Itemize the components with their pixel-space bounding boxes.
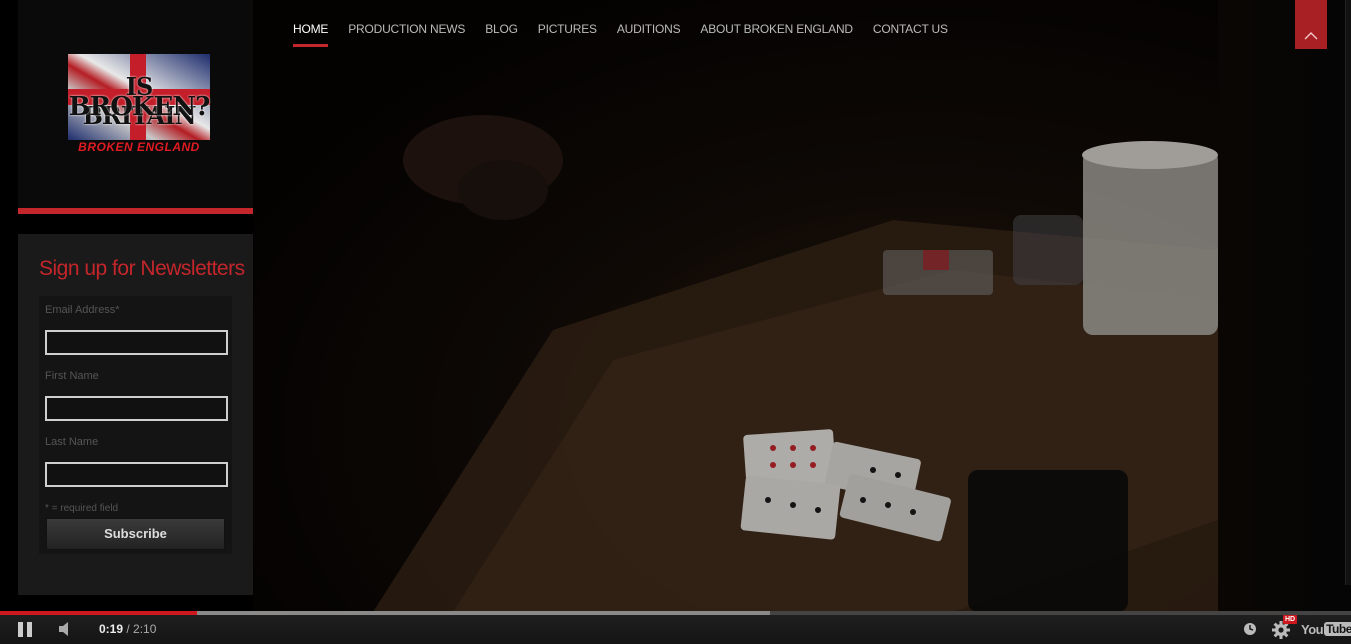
nav-item-label: PICTURES [537, 22, 597, 36]
youtube-logo[interactable]: You Tube [1301, 620, 1351, 638]
newsletter-title: Sign up for Newsletters [39, 257, 245, 280]
newsletter-widget: Sign up for Newsletters Email Address* F… [18, 234, 253, 595]
last-name-field[interactable] [45, 462, 228, 487]
video-right-margin [1218, 0, 1351, 612]
last-name-label: Last Name [45, 436, 99, 448]
logo-panel: IS BRITAIN BROKEN? BROKEN ENGLAND [18, 0, 253, 208]
site-logo[interactable]: IS BRITAIN BROKEN? BROKEN ENGLAND [66, 54, 212, 156]
first-name-label: First Name [45, 370, 99, 382]
accent-divider [18, 208, 253, 214]
nav-item-pictures[interactable]: PICTURES [528, 0, 607, 56]
pause-icon[interactable] [18, 622, 34, 637]
nav-item-label: CONTACT US [872, 22, 948, 36]
current-time: 0:19 [99, 622, 124, 636]
page: IS BRITAIN BROKEN? BROKEN ENGLAND Sign u… [0, 0, 1351, 644]
left-sidebar: IS BRITAIN BROKEN? BROKEN ENGLAND Sign u… [18, 0, 253, 612]
time-separator: / [123, 622, 134, 636]
nav-item-about[interactable]: ABOUT BROKEN ENGLAND [690, 0, 862, 56]
nav-item-label: PRODUCTION NEWS [348, 22, 466, 36]
nav-item-label: BLOG [485, 22, 518, 36]
chevron-up-icon [1304, 32, 1318, 40]
watch-later-icon[interactable] [1243, 622, 1257, 636]
nav-item-production-news[interactable]: PRODUCTION NEWS [338, 0, 475, 56]
background-video[interactable] [253, 0, 1218, 612]
first-name-field[interactable] [45, 396, 228, 421]
scroll-top-button[interactable] [1295, 0, 1327, 49]
youtube-logo-you: You [1301, 621, 1324, 637]
email-label: Email Address* [45, 304, 120, 316]
logo-text-line2: BROKEN? [68, 92, 211, 122]
required-field-note: * = required field [45, 503, 119, 514]
duration: 2:10 [133, 622, 157, 636]
subscribe-button[interactable]: Subscribe [46, 518, 225, 550]
main-navigation: HOME PRODUCTION NEWS BLOG PICTURES AUDIT… [283, 0, 958, 56]
hd-badge: HD [1283, 615, 1298, 624]
scrollbar[interactable] [1345, 0, 1351, 585]
nav-item-blog[interactable]: BLOG [475, 0, 528, 56]
nav-item-label: ABOUT BROKEN ENGLAND [700, 22, 853, 36]
youtube-logo-tube: Tube [1324, 622, 1351, 636]
nav-item-label: HOME [293, 22, 329, 36]
video-time: 0:19 / 2:10 [99, 622, 156, 636]
volume-icon[interactable] [58, 621, 76, 637]
nav-item-auditions[interactable]: AUDITIONS [607, 0, 691, 56]
logo-subtitle: BROKEN ENGLAND [78, 140, 200, 154]
nav-item-label: AUDITIONS [616, 22, 681, 36]
nav-item-home[interactable]: HOME [283, 0, 338, 56]
video-frame-scene [253, 0, 1218, 612]
video-controls: 0:19 / 2:10 You Tube [0, 615, 1351, 644]
nav-item-contact[interactable]: CONTACT US [863, 0, 958, 56]
email-field[interactable] [45, 330, 228, 355]
newsletter-form: Email Address* First Name Last Name * = … [39, 296, 232, 554]
